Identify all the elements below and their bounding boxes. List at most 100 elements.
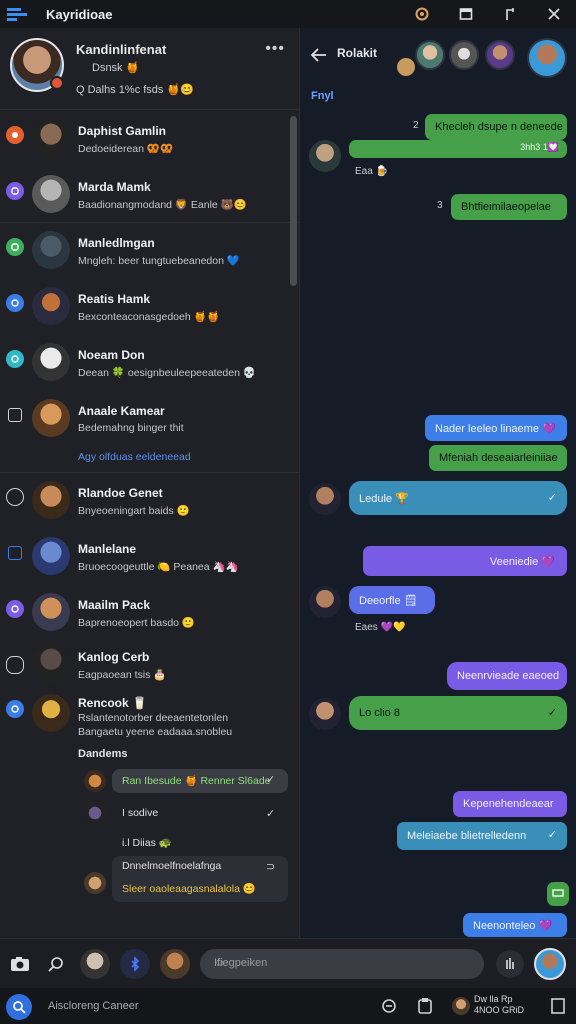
archived-link[interactable]: Agy olfduas eeldeneead [0, 446, 299, 472]
subthread-item[interactable]: Ran Ibesude 🍯 Renner Sl6ade ✓ [0, 766, 299, 796]
chat-type-icon [6, 600, 24, 618]
restore-button[interactable] [444, 0, 488, 28]
list-item[interactable]: Manlelane Bruoecoogeuttle 🍋 Peanea 🦄🦄 [0, 528, 299, 584]
chat-list: Daphist Gamlin Dedoeiderean 🥨🥨 Marda Mam… [0, 110, 299, 902]
subthread-item[interactable]: I sodive ✓ [0, 796, 299, 830]
chat-type-icon [6, 656, 24, 674]
list-item[interactable]: Noeam Don Deean 🍀 oesignbeuleepeeateden … [0, 334, 299, 390]
list-item[interactable]: Manledlmgan Mngleh: beer tungtuebeanedon… [0, 222, 299, 278]
avatar[interactable] [485, 40, 515, 70]
notification-icon[interactable] [550, 997, 568, 1015]
clipboard-icon[interactable] [416, 997, 434, 1015]
list-item[interactable]: Maailm Pack Baprenoeopert basdo 🙂 [0, 584, 299, 640]
chat-name: Maailm Pack [78, 598, 151, 612]
chat-name: Manlelane [78, 542, 137, 556]
more-options-icon[interactable]: ••• [265, 40, 285, 58]
chat-type-icon [6, 488, 24, 506]
settings-icon[interactable] [400, 0, 444, 28]
taskbar-search[interactable]: Aiscloreng Caneer [48, 1000, 139, 1012]
list-item[interactable]: Marda Mamk Baadionangmodand 🦁 Eanle 🐻😊 [0, 166, 299, 222]
bluetooth-icon[interactable] [120, 949, 150, 979]
message-bubble[interactable]: Kepenehendeaear [453, 791, 567, 817]
message-text: Mfeniah deseaiarleiniiae [439, 452, 558, 464]
message-bubble[interactable]: Meleiaebe blietrelledenn ✓ [397, 822, 567, 850]
list-item[interactable]: Reatis Hamk Bexconteaconasgedoeh 🍯🍯 [0, 278, 299, 334]
message-bubble[interactable]: Khecleh dsupe n deneede [425, 114, 567, 140]
avatar[interactable] [527, 38, 567, 78]
reply-icon[interactable]: ⊃ [266, 860, 275, 873]
message-meta: 2 [413, 120, 419, 131]
avatar[interactable] [415, 40, 445, 70]
avatar [309, 698, 341, 730]
avatar[interactable] [160, 949, 190, 979]
message-text: Lo clio 8 [359, 707, 400, 719]
app-icon [6, 6, 28, 22]
message-meta: 3hh3 1💟 [520, 142, 559, 152]
avatar[interactable] [534, 948, 566, 980]
pin-button[interactable] [488, 0, 532, 28]
emoji-icon[interactable]: ☺ [214, 957, 472, 969]
chat-preview: Baadionangmodand 🦁 Eanle 🐻😊 [78, 199, 247, 211]
conversation-title: Rolakit [337, 46, 378, 60]
subthread-heading-text: Dandems [78, 748, 128, 760]
subthread-text: Ran Ibesude 🍯 Renner Sl6ade [122, 775, 271, 787]
subthread-text: I sodive [122, 807, 159, 819]
profile-name: Kandinlinfenat [76, 42, 167, 57]
message-bubble[interactable]: 3hh3 1💟 [349, 140, 567, 158]
avatar [32, 175, 70, 213]
message-text: Ledule 🏆 [359, 492, 409, 505]
list-item[interactable]: Rencook 🥛 Rslantenotorber deeaentetonlen… [0, 686, 299, 744]
chat-preview: Mngleh: beer tungtuebeanedon 💙 [78, 255, 240, 267]
message-bubble[interactable]: Nader leeleo linaeme 💜 [425, 415, 567, 441]
avatar[interactable] [452, 997, 470, 1015]
message-bubble[interactable]: Neenrvieade eaeoed [447, 662, 567, 690]
search-icon[interactable] [44, 952, 68, 976]
message-bubble[interactable]: Mfeniah deseaiarleiniiae [429, 445, 567, 471]
chat-icon[interactable] [547, 882, 569, 906]
list-item[interactable]: Rlandoe Genet Bnyeoeningart baids 🙂 [0, 472, 299, 528]
list-item[interactable]: Daphist Gamlin Dedoeiderean 🥨🥨 [0, 110, 299, 166]
clock-time: Dw lla Rp [474, 994, 513, 1004]
message-bubble[interactable]: Lo clio 8 ✓ [349, 696, 567, 730]
message-bubble[interactable]: Deeorfle 🗒 [349, 586, 435, 614]
subthread-item: i.l Diias 🐢 [0, 830, 299, 856]
profile-header[interactable]: Kandinlinfenat Dsnsk 🍯 Q Dalhs 1%c fsds … [0, 28, 299, 110]
message-bubble[interactable]: Neenonteleo 💜 [463, 913, 567, 937]
avatar[interactable] [449, 40, 479, 70]
list-item[interactable]: Anaale Kamear Bedemahng binger thit [0, 390, 299, 446]
settings-icon[interactable] [380, 997, 398, 1015]
subthread-item[interactable]: Dnnelmoelfnoelafnga Sleer oaoleaagasnala… [0, 856, 299, 902]
message-text: Neenrvieade eaeoed [457, 670, 560, 682]
message-caption: Eaes 💜💛 [355, 622, 406, 633]
chat-name: Kanlog Cerb [78, 650, 150, 664]
message-bubble[interactable]: Ledule 🏆 ✓ [349, 481, 567, 515]
message-bubble[interactable]: Bhtfieimilaeopelae [451, 194, 567, 220]
chat-preview: Baprenoeopert basdo 🙂 [78, 617, 195, 629]
chat-name: Daphist Gamlin [78, 124, 167, 138]
chat-preview: Rslantenotorber deeaentetonlen [78, 712, 229, 724]
list-item[interactable]: Kanlog Cerb Eagpaoean tsis 🎂 [0, 640, 299, 686]
chat-name: Noeam Don [78, 348, 145, 362]
avatar [32, 119, 70, 157]
chat-name: Rencook 🥛 [78, 696, 147, 710]
message-input[interactable]: Ifiegpeiken ☺ [200, 949, 484, 979]
profile-status: Q Dalhs 1%c fsds 🍯😊 [76, 84, 194, 96]
chat-type-icon [6, 350, 24, 368]
message-bubble[interactable]: Veeniedie 💜 [363, 546, 567, 576]
scrollbar[interactable] [290, 116, 297, 286]
archived-link-text[interactable]: Agy olfduas eeldeneead [78, 451, 191, 463]
message-meta: 3 [437, 200, 443, 211]
chat-type-icon [6, 126, 24, 144]
avatar[interactable] [80, 949, 110, 979]
avatar [32, 644, 70, 682]
voice-icon[interactable] [496, 950, 524, 978]
camera-icon[interactable] [8, 952, 32, 976]
check-icon: ✓ [547, 707, 557, 719]
close-button[interactable] [532, 0, 576, 28]
chat-preview-line2: Bangaetu yeene eadaaa.snobleu [78, 726, 233, 738]
chat-type-icon [6, 294, 24, 312]
start-icon[interactable] [6, 994, 32, 1020]
back-arrow-icon[interactable] [310, 48, 327, 67]
chat-preview: Eagpaoean tsis 🎂 [78, 669, 167, 681]
taskbar: Aiscloreng Caneer Dw lla Rp 4NOO GRiD [0, 988, 576, 1024]
